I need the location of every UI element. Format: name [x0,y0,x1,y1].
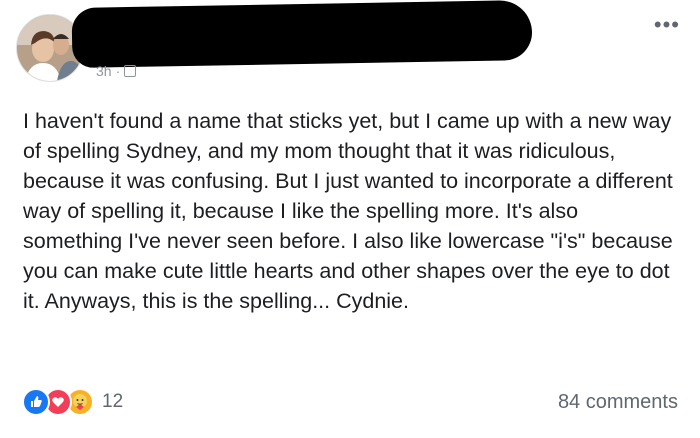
post-header: 3h · ••• [0,0,700,100]
comments-link[interactable]: 84 comments [558,391,678,414]
like-reaction-icon [22,388,50,416]
post-timestamp[interactable]: 3h · [96,63,137,79]
post-body-text: I haven't found a name that sticks yet, … [23,109,673,313]
post-footer: 12 84 comments [0,388,700,432]
timestamp-text: 3h [96,63,112,79]
reaction-count: 12 [102,391,124,412]
friends-icon [124,65,137,77]
facebook-post: 3h · ••• I haven't found a name that sti… [0,0,700,438]
redaction-mark [71,0,533,69]
reactions-summary[interactable]: 12 [22,388,123,416]
more-options-icon[interactable]: ••• [654,14,680,36]
